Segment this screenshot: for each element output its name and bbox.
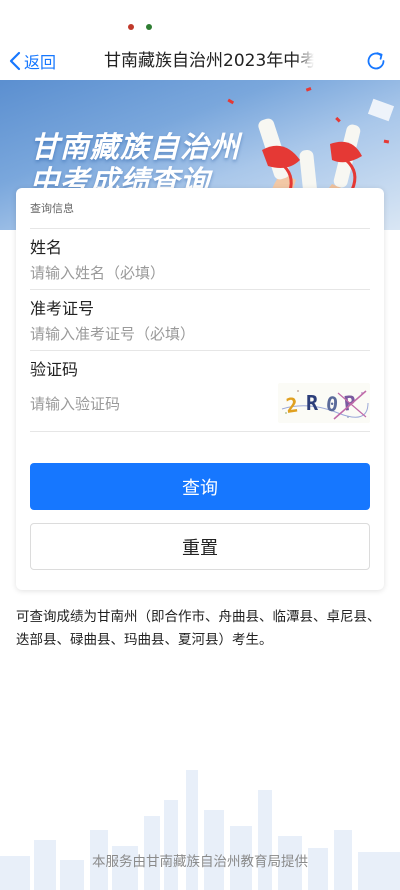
back-button[interactable]: 返回 [8, 48, 56, 74]
name-input[interactable] [30, 259, 370, 287]
captcha-input[interactable] [30, 390, 260, 418]
query-form-card: 查询信息 姓名 准考证号 验证码 2 R 0 P 查询 重置 [16, 188, 384, 590]
captcha-image[interactable]: 2 R 0 P [278, 383, 370, 423]
svg-text:2: 2 [284, 393, 299, 418]
ticket-number-input[interactable] [30, 320, 370, 348]
back-chevron-icon [9, 51, 21, 71]
reset-button[interactable]: 重置 [30, 523, 370, 570]
svg-text:0: 0 [325, 391, 339, 416]
divider [30, 350, 370, 351]
divider [30, 289, 370, 290]
divider [30, 431, 370, 432]
nav-bar: 返回 甘南藏族自治州2023年中考成绩查询 [0, 42, 400, 80]
refresh-icon[interactable] [364, 49, 388, 73]
svg-text:R: R [306, 391, 319, 415]
status-icon [146, 24, 152, 30]
name-label: 姓名 [30, 238, 63, 257]
query-button[interactable]: 查询 [30, 463, 370, 510]
captcha-label: 验证码 [30, 360, 79, 379]
divider [30, 228, 370, 229]
ticket-label: 准考证号 [30, 299, 95, 318]
eligibility-note: 可查询成绩为甘南州（即合作市、舟曲县、临潭县、卓尼县、迭部县、碌曲县、玛曲县、夏… [16, 609, 381, 648]
city-skyline-decoration [0, 770, 400, 890]
page-title: 甘南藏族自治州2023年中考成绩查询 [104, 48, 314, 74]
back-label: 返回 [24, 53, 57, 72]
status-icon [128, 24, 134, 30]
footer-text: 本服务由甘南藏族自治州教育局提供 [92, 854, 308, 870]
status-bar [0, 0, 400, 42]
form-header: 查询信息 [30, 202, 74, 215]
